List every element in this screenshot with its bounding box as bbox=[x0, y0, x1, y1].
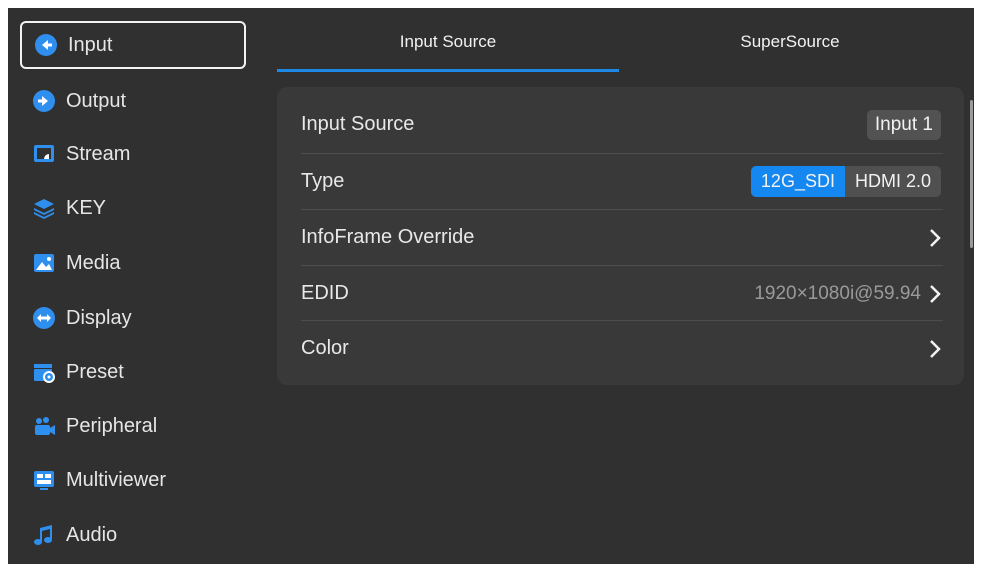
tab-supersource[interactable]: SuperSource bbox=[619, 32, 961, 72]
type-segmented-control: 12G_SDI HDMI 2.0 bbox=[750, 166, 941, 197]
sidebar-item-preset[interactable]: Preset bbox=[20, 348, 246, 396]
key-layers-icon bbox=[32, 196, 56, 220]
sidebar-item-input[interactable]: Input bbox=[20, 21, 246, 69]
settings-panel: Input Source Input 1 Type 12G_SDI HDMI 2… bbox=[277, 87, 964, 385]
sidebar-item-label: Stream bbox=[66, 142, 131, 165]
input-source-select[interactable]: Input 1 bbox=[866, 109, 941, 140]
edid-label: EDID bbox=[301, 282, 349, 304]
input-source-label: Input Source bbox=[301, 113, 415, 135]
tab-input-source[interactable]: Input Source bbox=[277, 32, 619, 72]
chevron-right-icon bbox=[930, 228, 941, 247]
display-icon bbox=[32, 306, 56, 330]
sidebar-item-label: Multiviewer bbox=[66, 468, 167, 491]
sidebar-item-stream[interactable]: Stream bbox=[20, 130, 246, 178]
infoframe-override-label: InfoFrame Override bbox=[301, 226, 475, 248]
chevron-right-icon bbox=[930, 339, 941, 358]
sidebar-item-output[interactable]: Output bbox=[20, 77, 246, 125]
sidebar-item-key[interactable]: KEY bbox=[20, 184, 246, 232]
audio-music-icon bbox=[32, 523, 56, 547]
input-source-row[interactable]: Input Source Input 1 bbox=[301, 97, 941, 152]
multiviewer-icon bbox=[32, 468, 56, 492]
sidebar-item-multiviewer[interactable]: Multiviewer bbox=[20, 456, 246, 504]
sidebar-item-label: KEY bbox=[66, 196, 107, 219]
output-icon bbox=[32, 89, 56, 113]
type-option-12g-sdi[interactable]: 12G_SDI bbox=[750, 166, 845, 197]
sidebar-item-display[interactable]: Display bbox=[20, 294, 246, 342]
sidebar-item-label: Display bbox=[66, 306, 132, 329]
sidebar-item-label: Media bbox=[66, 251, 121, 274]
peripheral-icon bbox=[32, 414, 56, 438]
active-tab-indicator bbox=[277, 69, 619, 72]
sidebar-nav: Input Output Stream KEY Media Display Pr… bbox=[8, 8, 258, 564]
sidebar-item-label: Input bbox=[68, 33, 113, 56]
type-option-hdmi[interactable]: HDMI 2.0 bbox=[845, 166, 941, 197]
input-icon bbox=[34, 33, 58, 57]
type-label: Type bbox=[301, 170, 345, 192]
chevron-right-icon bbox=[930, 284, 941, 303]
preset-icon bbox=[32, 360, 56, 384]
infoframe-override-row[interactable]: InfoFrame Override bbox=[301, 210, 941, 265]
sidebar-item-label: Output bbox=[66, 89, 127, 112]
stream-icon bbox=[32, 142, 56, 166]
edid-value: 1920×1080i@59.94 bbox=[754, 282, 921, 304]
type-row: Type 12G_SDI HDMI 2.0 bbox=[301, 154, 941, 209]
sidebar-item-audio[interactable]: Audio bbox=[20, 511, 246, 559]
scrollbar[interactable] bbox=[970, 100, 973, 248]
sidebar-item-media[interactable]: Media bbox=[20, 239, 246, 287]
sidebar-item-label: Peripheral bbox=[66, 414, 158, 437]
sidebar-item-peripheral[interactable]: Peripheral bbox=[20, 402, 246, 450]
color-row[interactable]: Color bbox=[301, 321, 941, 376]
media-image-icon bbox=[32, 251, 56, 275]
sidebar-item-label: Audio bbox=[66, 523, 118, 546]
app-screen: Input Output Stream KEY Media Display Pr… bbox=[8, 8, 974, 564]
sidebar-item-label: Preset bbox=[66, 360, 124, 383]
edid-row[interactable]: EDID 1920×1080i@59.94 bbox=[301, 266, 941, 321]
color-label: Color bbox=[301, 337, 349, 359]
